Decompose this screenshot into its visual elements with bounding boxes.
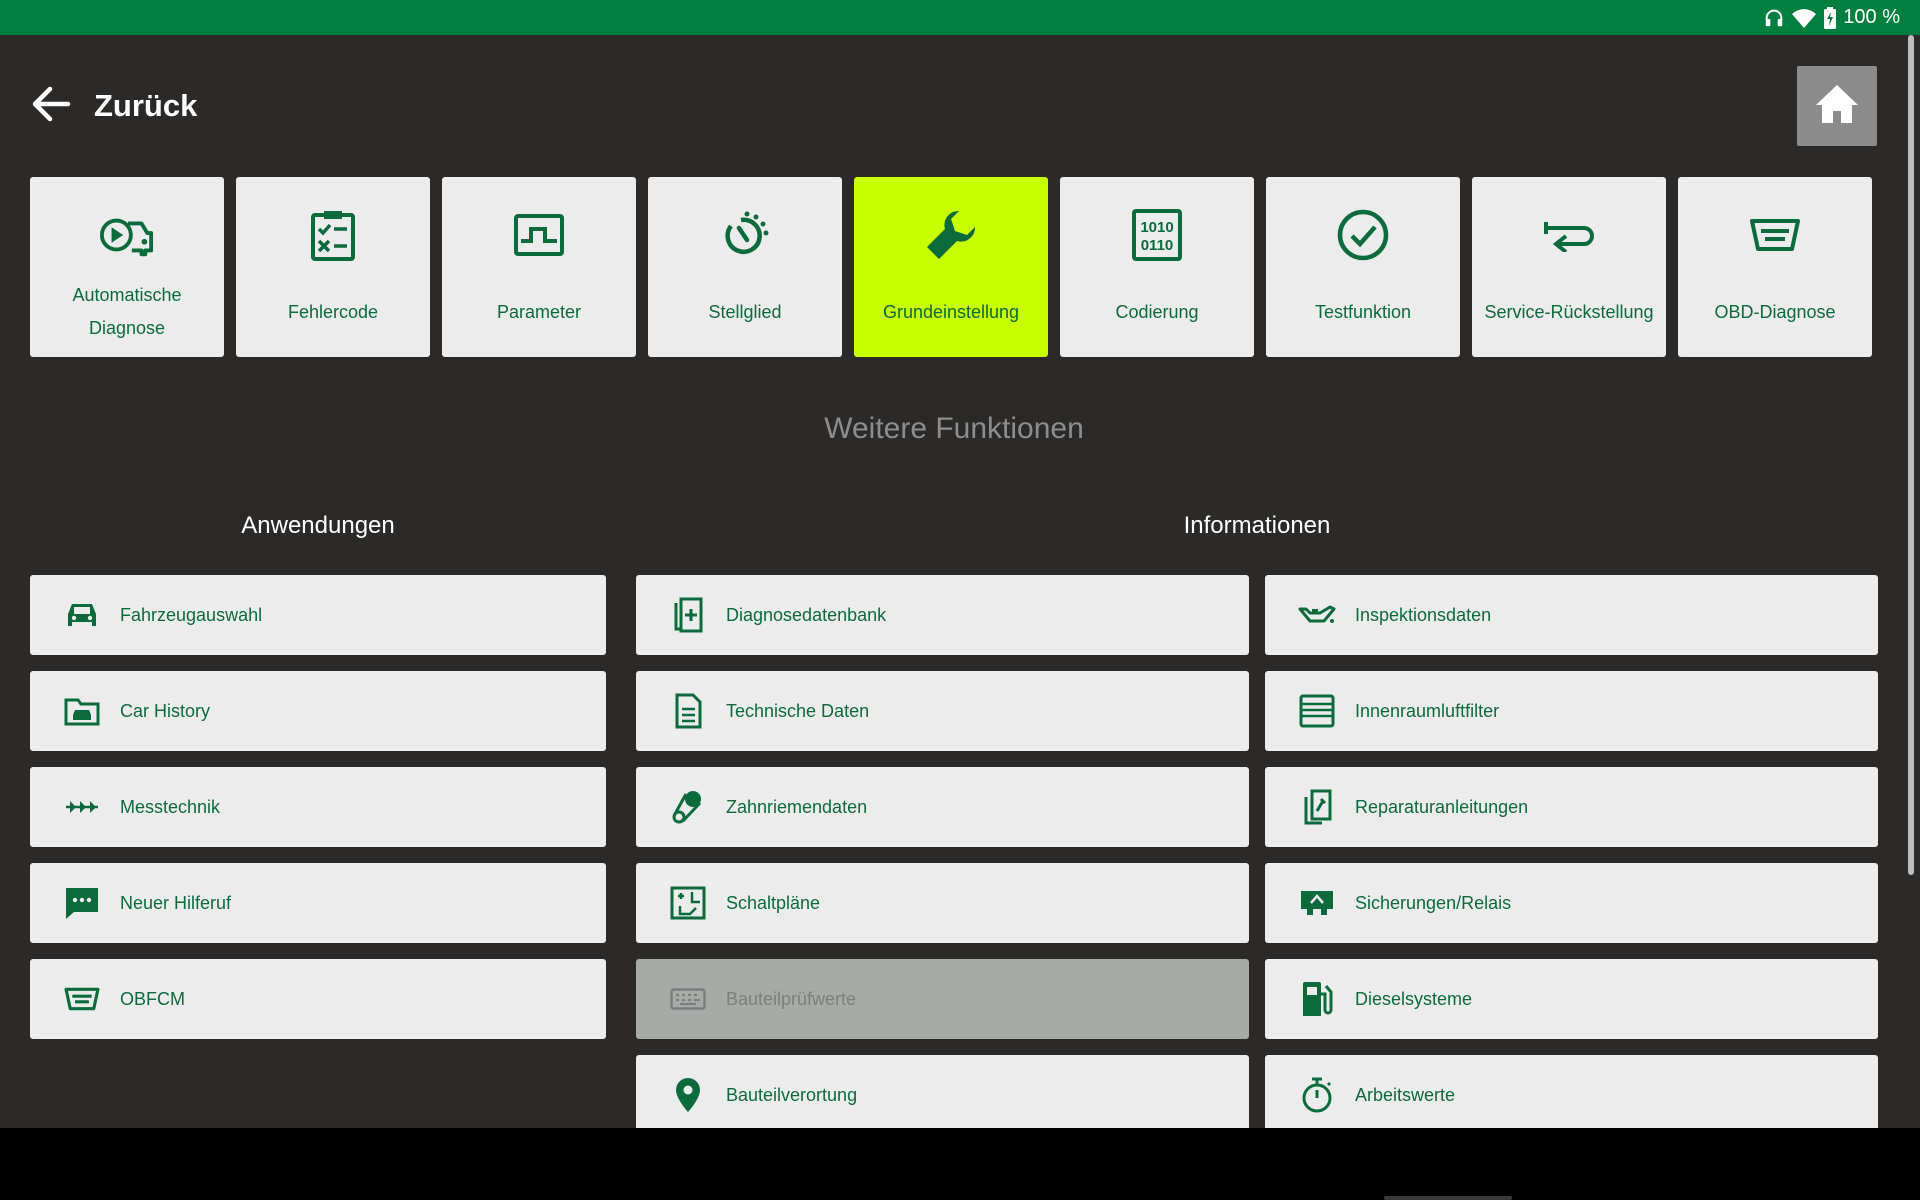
info-dieselsysteme[interactable]: Dieselsysteme: [1265, 959, 1878, 1039]
battery-charging-icon: [1823, 6, 1837, 29]
tile-label: Parameter: [496, 301, 582, 322]
auto-diagnosis-icon: [99, 207, 155, 263]
tile-obd-diagnose[interactable]: OBD-Diagnose: [1678, 177, 1872, 357]
list-label: Innenraumluftfilter: [1355, 700, 1500, 721]
scrollbar[interactable]: [1908, 35, 1914, 875]
tile-service-rueckstellung[interactable]: Service-Rückstellung: [1472, 177, 1666, 357]
tile-label: Testfunktion: [1314, 301, 1412, 322]
tile-label: Automatische Diagnose: [72, 285, 182, 338]
tile-label: Grundeinstellung: [882, 301, 1020, 322]
gesture-handle[interactable]: [1384, 1196, 1512, 1200]
chat-icon: [60, 881, 104, 925]
app-car-history[interactable]: Car History: [30, 671, 606, 751]
function-tiles: Automatische Diagnose Fehlercode Paramet…: [30, 177, 1872, 357]
obd-connector-icon: [1747, 207, 1803, 263]
tile-automatische-diagnose[interactable]: Automatische Diagnose: [30, 177, 224, 357]
parameter-icon: [511, 207, 567, 263]
arrow-left-icon: [30, 83, 72, 130]
app-neuer-hilferuf[interactable]: Neuer Hilferuf: [30, 863, 606, 943]
status-icons: 100 %: [1763, 0, 1900, 35]
fuse-relay-icon: [1295, 881, 1339, 925]
list-label: Sicherungen/Relais: [1355, 892, 1512, 913]
status-bar: 100 %: [0, 0, 1920, 35]
return-arrow-icon: [1541, 207, 1597, 263]
info-reparaturanleitungen[interactable]: Reparaturanleitungen: [1265, 767, 1878, 847]
back-button[interactable]: Zurück: [30, 78, 197, 134]
info-innenraumluftfilter[interactable]: Innenraumluftfilter: [1265, 671, 1878, 751]
info-technische-daten[interactable]: Technische Daten: [636, 671, 1249, 751]
list-label: Car History: [120, 700, 211, 721]
applications-heading: Anwendungen: [241, 512, 395, 539]
car-folder-icon: [60, 689, 104, 733]
tile-codierung[interactable]: 1010 0110 Codierung: [1060, 177, 1254, 357]
stopwatch-icon: [1295, 1073, 1339, 1117]
app-messtechnik[interactable]: Messtechnik: [30, 767, 606, 847]
tile-parameter[interactable]: Parameter: [442, 177, 636, 357]
wiring-diagram-icon: [666, 881, 710, 925]
list-label: Fahrzeugauswahl: [120, 604, 263, 625]
list-label: Schaltpläne: [726, 892, 821, 913]
info-bauteilpruefwerte: Bauteilprüfwerte: [636, 959, 1249, 1039]
svg-text:1010: 1010: [1140, 219, 1173, 236]
info-diagnosedatenbank[interactable]: Diagnosedatenbank: [636, 575, 1249, 655]
tile-stellglied[interactable]: Stellglied: [648, 177, 842, 357]
location-pin-icon: [666, 1073, 710, 1117]
list-label: Arbeitswerte: [1355, 1084, 1456, 1105]
info-bauteilverortung[interactable]: Bauteilverortung: [636, 1055, 1249, 1135]
database-book-icon: [666, 593, 710, 637]
app-obfcm[interactable]: OBFCM: [30, 959, 606, 1039]
tile-label: Stellglied: [708, 301, 782, 322]
info-zahnriemendaten[interactable]: Zahnriemendaten: [636, 767, 1249, 847]
tile-grundeinstellung[interactable]: Grundeinstellung: [854, 177, 1048, 357]
wifi-icon: [1791, 7, 1817, 29]
section-title: Weitere Funktionen: [824, 412, 1084, 445]
battery-percent: 100 %: [1843, 6, 1900, 28]
wrench-icon: [923, 207, 979, 263]
obd-connector-icon: [60, 977, 104, 1021]
tile-fehlercode[interactable]: Fehlercode: [236, 177, 430, 357]
check-circle-icon: [1335, 207, 1391, 263]
fuel-pump-icon: [1295, 977, 1339, 1021]
list-label: Reparaturanleitungen: [1355, 796, 1529, 817]
info-inspektionsdaten[interactable]: Inspektionsdaten: [1265, 575, 1878, 655]
info-sicherungen-relais[interactable]: Sicherungen/Relais: [1265, 863, 1878, 943]
list-label: Inspektionsdaten: [1355, 604, 1492, 625]
signal-arrows-icon: [60, 785, 104, 829]
document-icon: [666, 689, 710, 733]
information-heading: Informationen: [1183, 512, 1331, 539]
app-fahrzeugauswahl[interactable]: Fahrzeugauswahl: [30, 575, 606, 655]
list-label: Bauteilverortung: [726, 1084, 858, 1105]
tile-label: Service-Rückstellung: [1484, 301, 1654, 322]
headphones-icon: [1763, 7, 1785, 29]
info-schaltplaene[interactable]: Schaltpläne: [636, 863, 1249, 943]
tile-label: Fehlercode: [287, 301, 379, 322]
tile-label: OBD-Diagnose: [1714, 301, 1836, 322]
tile-label: Codierung: [1115, 301, 1199, 322]
list-label: Zahnriemendaten: [726, 796, 868, 817]
timing-belt-icon: [666, 785, 710, 829]
repair-manual-icon: [1295, 785, 1339, 829]
actuator-icon: [717, 207, 773, 263]
navigation-bar: [0, 1128, 1920, 1200]
back-label: Zurück: [94, 88, 198, 123]
filter-icon: [1295, 689, 1339, 733]
checklist-icon: [305, 207, 361, 263]
oil-can-icon: [1295, 593, 1339, 637]
list-label: Neuer Hilferuf: [120, 892, 232, 913]
home-icon: [1814, 83, 1860, 130]
tile-testfunktion[interactable]: Testfunktion: [1266, 177, 1460, 357]
info-arbeitswerte[interactable]: Arbeitswerte: [1265, 1055, 1878, 1135]
list-label: Messtechnik: [120, 796, 221, 817]
home-button[interactable]: [1797, 66, 1877, 146]
binary-code-icon: 1010 0110: [1129, 207, 1185, 263]
list-label: Dieselsysteme: [1355, 988, 1473, 1009]
svg-text:0110: 0110: [1141, 237, 1174, 254]
car-icon: [60, 593, 104, 637]
list-label: OBFCM: [120, 988, 185, 1009]
keyboard-icon: [666, 977, 710, 1021]
list-label: Diagnosedatenbank: [726, 604, 887, 625]
list-label: Technische Daten: [726, 700, 870, 721]
list-label: Bauteilprüfwerte: [726, 988, 857, 1009]
